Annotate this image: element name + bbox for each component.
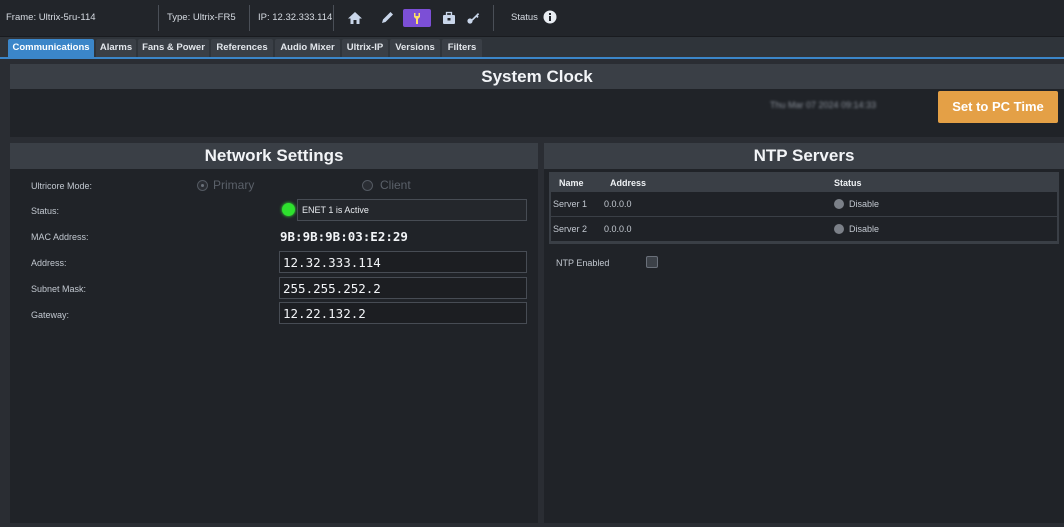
tab-references[interactable]: References xyxy=(211,39,273,57)
system-clock-title: System Clock xyxy=(10,64,1064,89)
primary-radio-label: Primary xyxy=(213,178,255,192)
set-to-pc-time-button[interactable]: Set to PC Time xyxy=(938,91,1058,123)
tab-audio-mixer[interactable]: Audio Mixer xyxy=(275,39,340,57)
server-status: Disable xyxy=(849,199,880,209)
server-address: 0.0.0.0 xyxy=(604,224,632,234)
ip-label: IP: 12.32.333.114 xyxy=(258,12,333,23)
network-settings-panel xyxy=(10,169,538,523)
clock-time-text: Thu Mar 07 2024 09:14:33 xyxy=(770,100,877,110)
subnet-mask-label: Subnet Mask: xyxy=(31,284,87,294)
mac-address-value: 9B:9B:9B:03:E2:29 xyxy=(280,229,408,244)
address-input[interactable] xyxy=(279,251,527,273)
ntp-table-header: Name Address Status xyxy=(551,174,1057,192)
top-bar: Frame: Ultrix-5ru-114 Type: Ultrix-FR5 I… xyxy=(0,0,1064,37)
status-disabled-icon xyxy=(834,224,844,234)
address-label: Address: xyxy=(31,258,67,268)
wrench-icon[interactable] xyxy=(403,9,431,27)
table-row[interactable]: Server 1 0.0.0.0 Disable xyxy=(551,192,1057,217)
ntp-enabled-label: NTP Enabled xyxy=(556,258,610,268)
ntp-servers-title: NTP Servers xyxy=(544,143,1064,169)
tab-communications[interactable]: Communications xyxy=(8,39,94,57)
info-icon[interactable] xyxy=(543,10,557,24)
tab-versions[interactable]: Versions xyxy=(390,39,440,57)
tab-filters[interactable]: Filters xyxy=(442,39,482,57)
status-led-icon xyxy=(282,203,295,216)
column-header-status: Status xyxy=(834,178,862,188)
server-address: 0.0.0.0 xyxy=(604,199,632,209)
status-field-label: Status: xyxy=(31,206,60,216)
server-status: Disable xyxy=(849,224,880,234)
type-label: Type: Ultrix-FR5 xyxy=(167,12,236,23)
system-clock-panel xyxy=(10,89,1064,137)
status-value: ENET 1 is Active xyxy=(297,199,527,221)
divider xyxy=(249,5,250,31)
mac-address-label: MAC Address: xyxy=(31,232,89,242)
client-radio[interactable] xyxy=(362,180,373,191)
gateway-input[interactable] xyxy=(279,302,527,324)
tab-fans-power[interactable]: Fans & Power xyxy=(138,39,209,57)
toolbox-icon[interactable] xyxy=(440,9,458,27)
status-disabled-icon xyxy=(834,199,844,209)
divider xyxy=(493,5,494,31)
key-icon[interactable] xyxy=(464,9,482,27)
tab-bar: Communications Alarms Fans & Power Refer… xyxy=(0,37,1064,59)
tab-alarms[interactable]: Alarms xyxy=(96,39,136,57)
divider xyxy=(333,5,334,31)
server-name: Server 1 xyxy=(553,199,588,209)
subnet-mask-input[interactable] xyxy=(279,277,527,299)
column-header-address: Address xyxy=(610,178,647,188)
radio-selected-dot xyxy=(201,184,204,187)
divider xyxy=(158,5,159,31)
network-settings-title: Network Settings xyxy=(10,143,538,169)
pencil-icon[interactable] xyxy=(378,9,396,27)
ntp-enabled-checkbox[interactable] xyxy=(646,256,658,268)
tab-ultrix-ip[interactable]: Ultrix-IP xyxy=(342,39,388,57)
ntp-table: Name Address Status Server 1 0.0.0.0 Dis… xyxy=(549,172,1059,244)
ultricore-mode-label: Ultricore Mode: xyxy=(31,181,93,191)
gateway-label: Gateway: xyxy=(31,310,70,320)
frame-label: Frame: Ultrix-5ru-114 xyxy=(6,12,96,23)
server-name: Server 2 xyxy=(553,224,588,234)
table-row[interactable]: Server 2 0.0.0.0 Disable xyxy=(551,217,1057,242)
primary-radio[interactable] xyxy=(197,180,208,191)
client-radio-label: Client xyxy=(380,178,411,192)
status-label: Status xyxy=(511,12,538,23)
home-icon[interactable] xyxy=(346,9,364,27)
column-header-name: Name xyxy=(559,178,584,188)
